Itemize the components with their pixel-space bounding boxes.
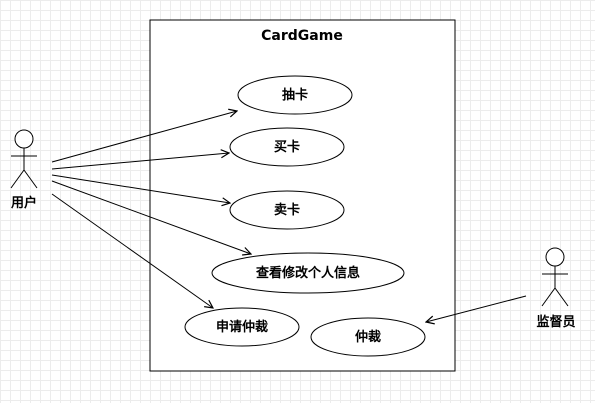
- use-case-label: 抽卡: [282, 87, 308, 103]
- use-case-label: 买卡: [274, 139, 300, 155]
- stick-figure-icon: [10, 129, 38, 189]
- stick-figure-icon: [541, 247, 569, 307]
- use-case-label: 申请仲裁: [216, 319, 268, 335]
- use-case-buy-card: 买卡: [229, 127, 345, 167]
- actor-label: 监督员: [536, 314, 575, 330]
- use-case-arbitration: 仲裁: [310, 317, 426, 357]
- actor-user: 用户: [10, 129, 38, 211]
- system-title: CardGame: [261, 28, 343, 44]
- use-case-diagram: CardGame 抽卡 买卡 卖卡 查看修改个人信息 申请仲裁 仲裁 用户 监督…: [10, 19, 576, 372]
- use-case-label: 查看修改个人信息: [255, 265, 360, 281]
- actor-label: 用户: [10, 195, 37, 211]
- use-case-sell-card: 卖卡: [229, 190, 345, 230]
- use-case-draw-card: 抽卡: [237, 75, 353, 115]
- actor-supervisor: 监督员: [536, 247, 576, 330]
- use-case-label: 仲裁: [355, 329, 381, 345]
- use-case-edit-profile: 查看修改个人信息: [211, 252, 405, 294]
- use-case-label: 卖卡: [274, 202, 300, 218]
- use-case-request-arbitration: 申请仲裁: [184, 307, 300, 347]
